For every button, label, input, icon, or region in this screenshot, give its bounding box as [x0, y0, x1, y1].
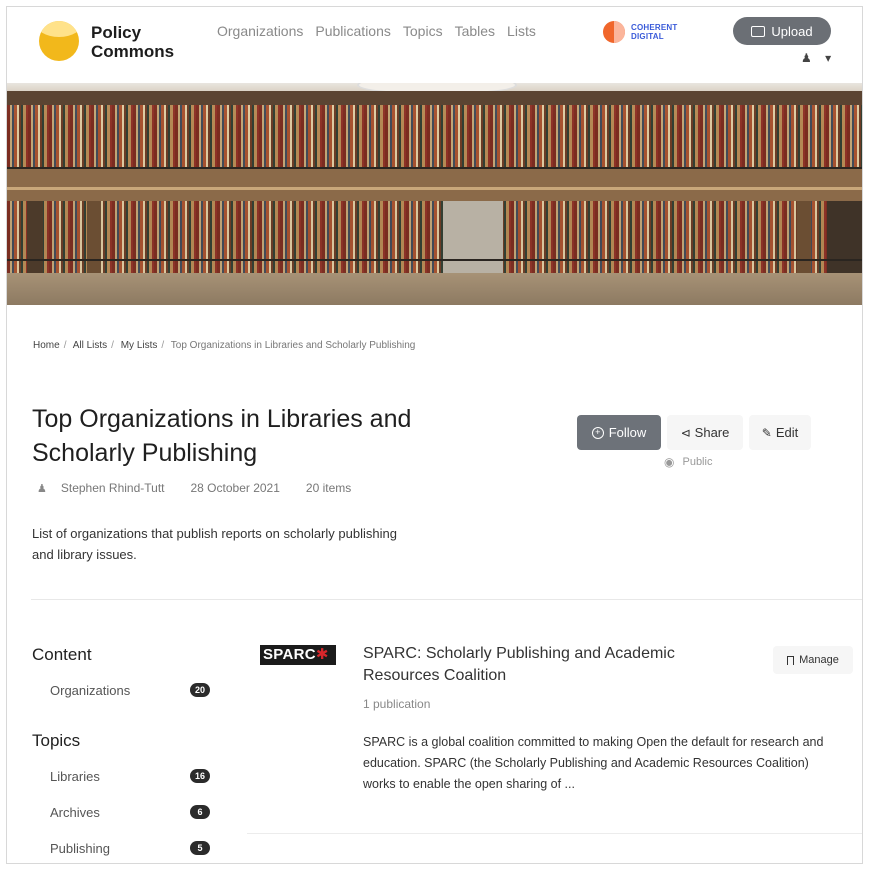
upload-label: Upload [771, 23, 813, 39]
share-label: Share [694, 425, 730, 440]
sidebar-item-label: Publishing [50, 841, 110, 856]
breadcrumb-all-lists[interactable]: All Lists [73, 340, 107, 351]
breadcrumb-current: Top Organizations in Libraries and Schol… [170, 340, 416, 351]
share-button[interactable]: ⊲ Share [667, 415, 743, 450]
sidebar-content-heading: Content [32, 645, 92, 664]
main-nav: Organizations Publications Topics Tables… [217, 23, 548, 39]
site-header: Policy Commons Organizations Publication… [7, 7, 862, 83]
upload-icon [751, 25, 766, 37]
manage-label: Manage [799, 654, 839, 666]
follow-button[interactable]: + Follow [577, 415, 661, 450]
sidebar-item-libraries[interactable]: Libraries 16 [50, 769, 210, 784]
sidebar-item-organizations[interactable]: Organizations 20 [50, 683, 210, 698]
partner-line-2: DIGITAL [631, 32, 664, 41]
sparc-logo-text: SPARC [263, 646, 316, 663]
follow-label: Follow [608, 425, 647, 440]
coherent-digital-logo[interactable]: COHERENT DIGITAL [603, 21, 678, 43]
site-logo-text[interactable]: Policy Commons [91, 23, 174, 61]
nav-publications[interactable]: Publications [315, 23, 391, 39]
plus-circle-icon: + [591, 426, 604, 439]
share-icon: ⊲ [680, 425, 691, 440]
page-frame: Policy Commons Organizations Publication… [6, 6, 863, 864]
library-banner-image [7, 83, 862, 305]
bookmark-icon [787, 655, 795, 665]
result-publication-count: 1 publication [363, 697, 431, 711]
result-description: SPARC is a global coalition committed to… [363, 735, 824, 791]
coherent-digital-text: COHERENT DIGITAL [631, 23, 678, 41]
logo-line-1: Policy [91, 23, 142, 42]
banner-floor [7, 273, 862, 305]
sidebar-item-archives[interactable]: Archives 6 [50, 805, 210, 820]
manage-button[interactable]: Manage [773, 646, 853, 674]
breadcrumb-home[interactable]: Home [33, 340, 60, 351]
star-icon: ✱ [315, 646, 329, 663]
breadcrumb: Home / All Lists / My Lists / Top Organizat… [33, 340, 416, 351]
result-title[interactable]: SPARC: Scholarly Publishing and Academic… [363, 643, 743, 687]
edit-button[interactable]: ✎ Edit [749, 415, 811, 450]
count-badge: 20 [190, 683, 210, 697]
sidebar-item-label: Libraries [50, 769, 100, 784]
nav-topics[interactable]: Topics [403, 23, 443, 39]
count-badge: 5 [190, 841, 210, 855]
visibility-status: ◉ Public [664, 455, 712, 469]
policy-commons-logo-icon[interactable] [39, 21, 79, 61]
partner-line-1: COHERENT [631, 23, 678, 32]
list-description: List of organizations that publish repor… [32, 526, 397, 562]
nav-lists[interactable]: Lists [507, 23, 536, 39]
sidebar-item-label: Archives [50, 805, 100, 820]
user-menu[interactable]: ♟ ▾ [801, 51, 831, 65]
section-divider [31, 599, 862, 600]
author-icon: ♟ [37, 482, 47, 495]
count-badge: 16 [190, 769, 210, 783]
list-meta: ♟ Stephen Rhind-Tutt 28 October 2021 20 … [37, 481, 377, 495]
edit-icon: ✎ [761, 425, 772, 440]
nav-tables[interactable]: Tables [455, 23, 495, 39]
nav-organizations[interactable]: Organizations [217, 23, 303, 39]
sparc-logo[interactable]: SPARC✱ [260, 645, 336, 665]
sidebar-item-publishing[interactable]: Publishing 5 [50, 841, 210, 856]
eye-icon: ◉ [664, 455, 675, 469]
list-date: 28 October 2021 [190, 481, 280, 495]
item-count: 20 items [305, 481, 352, 495]
upload-button[interactable]: Upload [733, 17, 831, 45]
author-name[interactable]: Stephen Rhind-Tutt [61, 481, 165, 495]
page-title: Top Organizations in Libraries and Schol… [32, 405, 412, 467]
breadcrumb-my-lists[interactable]: My Lists [121, 340, 158, 351]
person-icon: ♟ [801, 51, 812, 65]
chevron-down-icon: ▾ [825, 51, 832, 65]
coherent-digital-icon [603, 21, 625, 43]
count-badge: 6 [190, 805, 210, 819]
logo-line-2: Commons [91, 42, 175, 61]
visibility-label: Public [682, 456, 713, 468]
sidebar-item-label: Organizations [50, 683, 131, 698]
sidebar-topics-heading: Topics [32, 731, 81, 750]
card-divider [247, 833, 862, 834]
edit-label: Edit [775, 425, 799, 440]
